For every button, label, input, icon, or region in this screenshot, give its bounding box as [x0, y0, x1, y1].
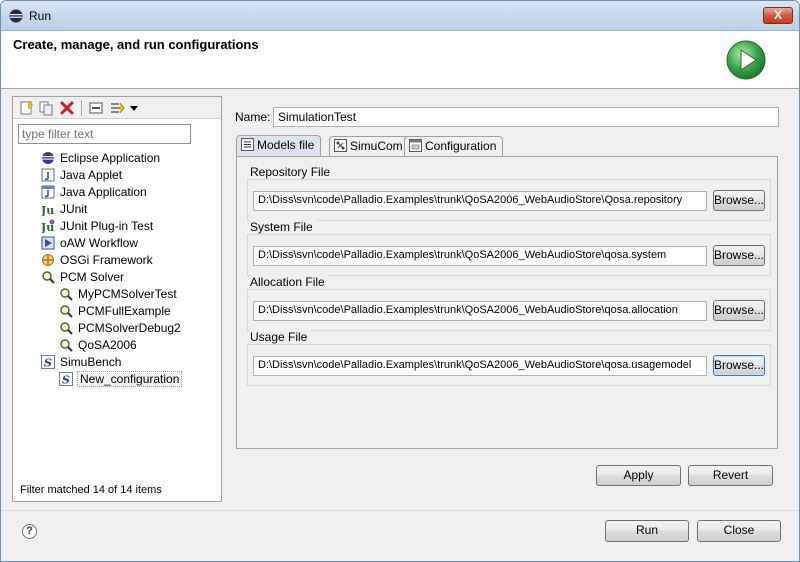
- tree-item-label: OSGi Framework: [60, 253, 153, 267]
- models-file-panel: Repository File D:\Diss\svn\code\Palladi…: [236, 156, 778, 449]
- tree-item-label: Java Application: [60, 185, 147, 199]
- java-applet-icon: [41, 168, 55, 182]
- simubench-icon: S: [41, 355, 55, 369]
- tree-item-label: PCM Solver: [60, 270, 125, 284]
- tree-item-junit-plugin-test[interactable]: Ju JUnit Plug-in Test: [41, 218, 153, 235]
- simucom-icon: [334, 139, 347, 152]
- java-app-icon: [41, 185, 55, 199]
- browse-usage-button[interactable]: Browse...: [713, 355, 765, 376]
- tab-configuration[interactable]: Configuration: [404, 136, 504, 156]
- usage-file-input[interactable]: D:\Diss\svn\code\Palladio.Examples\trunk…: [253, 356, 707, 376]
- title-bar[interactable]: Run X: [1, 1, 799, 31]
- apply-button[interactable]: Apply: [596, 465, 681, 486]
- tree-item-qosa2006[interactable]: QoSA2006: [59, 337, 137, 354]
- allocation-file-group: Allocation File D:\Diss\svn\code\Palladi…: [247, 275, 771, 331]
- tree-item-java-applet[interactable]: Java Applet: [41, 167, 122, 184]
- help-icon[interactable]: ?: [22, 524, 37, 539]
- svg-text:S: S: [44, 357, 52, 370]
- workflow-icon: [41, 236, 55, 250]
- toolbar-separator: [81, 100, 82, 116]
- run-dialog: Run X Create, manage, and run configurat…: [0, 0, 800, 562]
- tree-item-osgi-framework[interactable]: OSGi Framework: [41, 252, 153, 269]
- allocation-file-label: Allocation File: [250, 275, 329, 289]
- tree-item-mypcmsolvertest[interactable]: MyPCMSolverTest: [59, 286, 177, 303]
- window-close-button[interactable]: X: [763, 7, 793, 24]
- tree-item-oaw-workflow[interactable]: oAW Workflow: [41, 235, 138, 252]
- svg-text:S: S: [62, 374, 70, 387]
- system-file-input[interactable]: D:\Diss\svn\code\Palladio.Examples\trunk…: [253, 246, 707, 266]
- configuration-list-panel: Eclipse Application Java Applet Java App…: [12, 96, 222, 502]
- name-input[interactable]: [273, 107, 779, 127]
- tree-item-simubench[interactable]: S SimuBench: [41, 354, 121, 371]
- simubench-icon: S: [59, 372, 73, 386]
- run-icon: [726, 40, 766, 80]
- allocation-file-input[interactable]: D:\Diss\svn\code\Palladio.Examples\trunk…: [253, 301, 707, 321]
- tree-item-pcmfullexample[interactable]: PCMFullExample: [59, 303, 171, 320]
- new-configuration-icon[interactable]: [18, 100, 34, 116]
- header-banner: Create, manage, and run configurations: [1, 31, 799, 89]
- osgi-icon: [42, 254, 54, 266]
- system-file-label: System File: [250, 220, 317, 234]
- run-button[interactable]: Run: [605, 520, 689, 542]
- eclipse-icon: [42, 152, 54, 164]
- collapse-all-icon[interactable]: [88, 100, 104, 116]
- banner-title: Create, manage, and run configurations: [13, 37, 259, 52]
- tree-item-label: MyPCMSolverTest: [78, 287, 177, 301]
- pcm-solver-icon: [60, 322, 73, 335]
- repository-file-input[interactable]: D:\Diss\svn\code\Palladio.Examples\trunk…: [253, 191, 707, 211]
- usage-file-label: Usage File: [250, 330, 312, 344]
- tree-item-label: JUnit: [60, 202, 88, 216]
- system-file-group: System File D:\Diss\svn\code\Palladio.Ex…: [247, 220, 771, 276]
- browse-repository-button[interactable]: Browse...: [713, 190, 765, 211]
- tab-models-file[interactable]: Models file: [236, 135, 322, 157]
- filter-input[interactable]: [18, 124, 191, 144]
- usage-file-group: Usage File D:\Diss\svn\code\Palladio.Exa…: [247, 330, 771, 386]
- tree-item-new-configuration[interactable]: S New_configuration: [59, 371, 183, 388]
- chevron-down-icon[interactable]: [129, 100, 139, 116]
- junit-icon: Ju: [41, 204, 54, 216]
- name-label: Name:: [235, 110, 271, 124]
- filter-icon[interactable]: [110, 100, 126, 116]
- svg-text:Ju: Ju: [41, 204, 54, 216]
- tab-simucom[interactable]: SimuCom: [329, 136, 410, 156]
- left-toolbar: [13, 97, 221, 119]
- filter-status: Filter matched 14 of 14 items: [20, 484, 162, 496]
- tree-item-label: oAW Workflow: [60, 236, 139, 250]
- repository-file-group: Repository File D:\Diss\svn\code\Palladi…: [247, 165, 771, 221]
- models-file-icon: [241, 138, 254, 151]
- tree-item-label: QoSA2006: [78, 338, 137, 352]
- tree-item-label: New_configuration: [76, 371, 183, 387]
- tree-item-label: SimuBench: [60, 355, 122, 369]
- junit-plugin-icon: Ju: [41, 219, 55, 233]
- repository-file-label: Repository File: [250, 165, 335, 179]
- tree-item-pcmsolverdebug2[interactable]: PCMSolverDebug2: [59, 320, 181, 337]
- tree-item-eclipse-application[interactable]: Eclipse Application: [41, 150, 160, 167]
- window-title: Run: [29, 9, 52, 23]
- tree-item-pcm-solver[interactable]: PCM Solver: [41, 269, 124, 286]
- delete-icon[interactable]: [59, 100, 75, 116]
- tree-item-label: PCMSolverDebug2: [78, 321, 181, 335]
- tree-item-junit[interactable]: Ju JUnit: [41, 201, 87, 218]
- tree-item-label: PCMFullExample: [78, 304, 171, 318]
- tab-label: Configuration: [425, 139, 497, 153]
- pcm-solver-icon: [60, 288, 73, 301]
- pcm-solver-icon: [42, 271, 55, 284]
- footer-separator: [1, 510, 799, 511]
- tree-item-label: JUnit Plug-in Test: [60, 219, 154, 233]
- configuration-icon: [409, 139, 422, 152]
- pcm-solver-icon: [60, 305, 73, 318]
- revert-button[interactable]: Revert: [688, 465, 773, 486]
- close-button[interactable]: Close: [697, 520, 781, 542]
- eclipse-icon: [9, 9, 23, 23]
- tree-item-label: Java Applet: [60, 168, 123, 182]
- duplicate-icon[interactable]: [38, 100, 54, 116]
- browse-system-button[interactable]: Browse...: [713, 245, 765, 266]
- tree-item-java-application[interactable]: Java Application: [41, 184, 147, 201]
- tab-label: SimuCom: [350, 139, 403, 153]
- browse-allocation-button[interactable]: Browse...: [713, 300, 765, 321]
- pcm-solver-icon: [60, 339, 73, 352]
- tree-item-label: Eclipse Application: [60, 151, 161, 165]
- tab-label: Models file: [257, 138, 315, 152]
